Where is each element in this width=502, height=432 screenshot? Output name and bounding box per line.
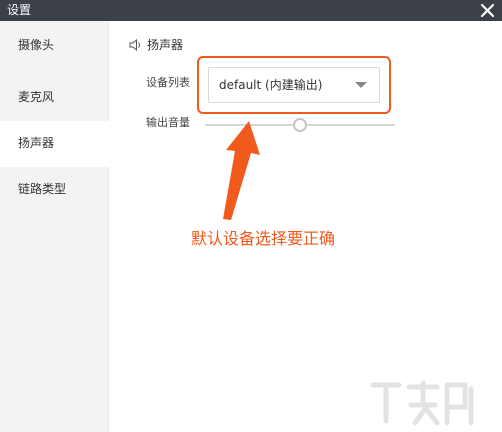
settings-panel: 扬声器 设备列表 default (内建输出) 输出音量 默认设备选择要正确: [109, 21, 502, 432]
title-bar: 设置: [0, 0, 502, 21]
sidebar-item-label: 麦克风: [18, 90, 55, 104]
settings-window: 设置 摄像头 麦克风 扬声器 链路类型 扬声器 设备列表 default (内建…: [0, 0, 502, 432]
sidebar-item-label: 链路类型: [18, 182, 67, 196]
close-icon[interactable]: [479, 2, 496, 19]
sidebar-item-speaker[interactable]: 扬声器: [0, 121, 109, 167]
annotation-text: 默认设备选择要正确: [191, 229, 336, 248]
sidebar-item-label: 扬声器: [18, 136, 55, 150]
watermark-logo: [370, 380, 474, 426]
sidebar: 摄像头 麦克风 扬声器 链路类型: [0, 21, 109, 432]
device-list-label: 设备列表: [146, 76, 190, 89]
sidebar-item-label: 摄像头: [18, 38, 55, 52]
output-volume-label: 输出音量: [146, 116, 190, 129]
slider-thumb[interactable]: [293, 118, 307, 132]
sidebar-item-camera[interactable]: 摄像头: [0, 23, 108, 69]
sidebar-item-microphone[interactable]: 麦克风: [0, 75, 108, 121]
speaker-icon: [129, 38, 143, 52]
sidebar-item-link-type[interactable]: 链路类型: [0, 167, 108, 213]
window-title: 设置: [7, 3, 32, 17]
section-title: 扬声器: [147, 38, 184, 52]
output-volume-slider[interactable]: [205, 118, 395, 132]
highlight-box: [197, 56, 391, 114]
